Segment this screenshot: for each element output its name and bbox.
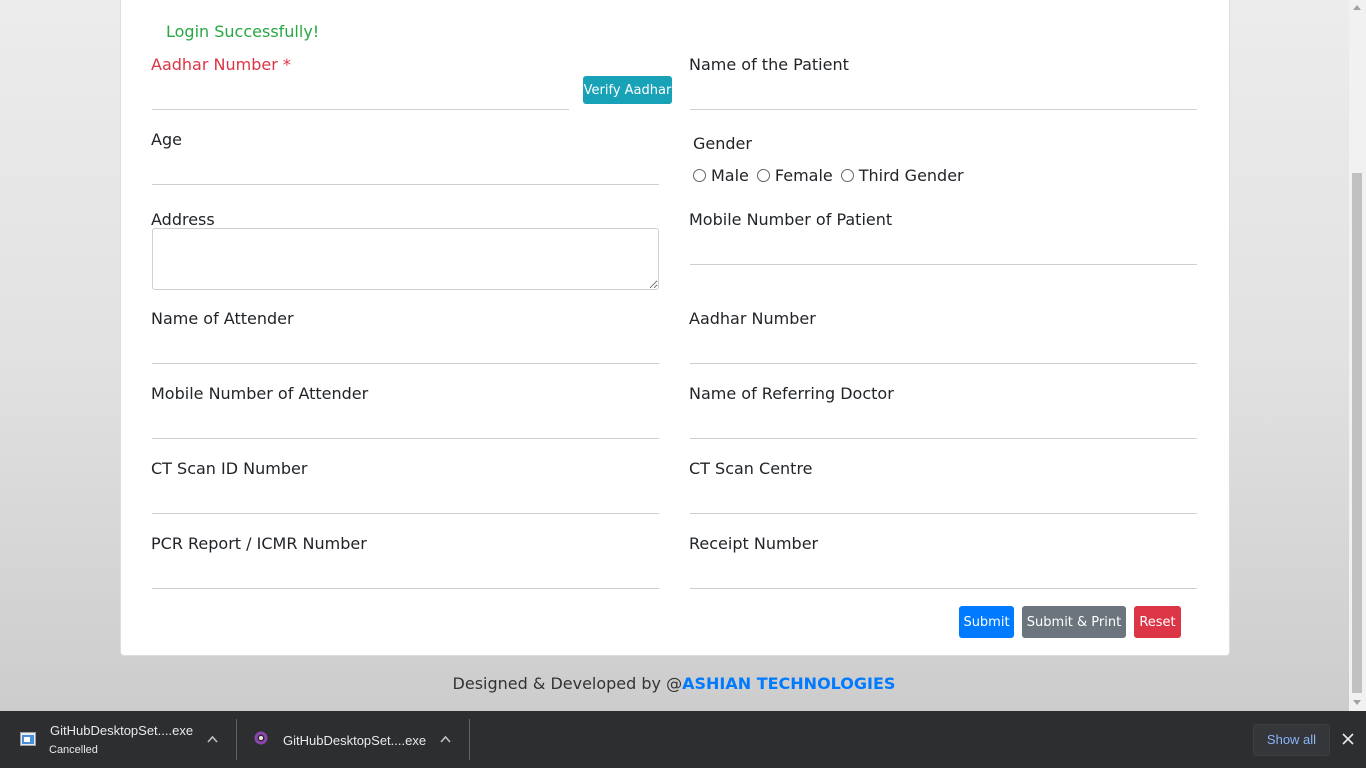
patient-mobile-input[interactable] [690,242,1197,265]
page-scrollbar[interactable] [1349,0,1366,711]
gender-option-male[interactable]: Male [693,166,749,185]
age-label: Age [151,130,182,149]
radio-third-gender[interactable] [840,169,854,182]
chevron-up-icon[interactable] [440,735,451,743]
installer-file-icon [20,732,36,746]
patient-name-label: Name of the Patient [689,55,849,74]
attender-mobile-input[interactable] [152,416,659,439]
address-textarea[interactable] [152,228,659,290]
attender-aadhar-input[interactable] [690,341,1197,364]
gender-third-label: Third Gender [858,166,964,185]
download-separator [469,719,470,760]
github-desktop-icon [254,731,268,745]
attender-name-input[interactable] [152,341,659,364]
page-footer: Designed & Developed by @ASHIAN TECHNOLO… [0,674,1348,693]
ct-scan-centre-input[interactable] [690,491,1197,514]
aadhar-label: Aadhar Number * [151,55,291,74]
show-all-button[interactable]: Show all [1253,724,1330,756]
close-icon[interactable] [1342,733,1354,745]
aadhar-input[interactable] [152,87,569,110]
scroll-up-arrow-icon[interactable] [1353,5,1361,10]
attender-aadhar-label: Aadhar Number [689,309,816,328]
verify-aadhar-button[interactable]: Verify Aadhar [583,76,672,104]
chevron-up-icon[interactable] [207,735,218,743]
gender-male-label: Male [711,166,749,185]
gender-female-label: Female [774,166,833,185]
address-label: Address [151,210,215,229]
footer-brand-link[interactable]: ASHIAN TECHNOLOGIES [682,674,895,693]
success-message: Login Successfully! [166,22,320,41]
patient-name-input[interactable] [690,87,1197,110]
pcr-report-input[interactable] [152,566,659,589]
attender-mobile-label: Mobile Number of Attender [151,384,369,403]
pcr-report-label: PCR Report / ICMR Number [151,534,367,553]
scrollbar-thumb[interactable] [1352,173,1362,693]
age-input[interactable] [152,162,659,185]
referring-doctor-label: Name of Referring Doctor [689,384,894,403]
reset-button[interactable]: Reset [1134,606,1181,638]
download-filename: GitHubDesktopSet....exe [50,723,194,738]
ct-scan-centre-label: CT Scan Centre [689,459,813,478]
gender-radio-group: Male Female Third Gender [693,166,972,185]
ct-scan-id-label: CT Scan ID Number [151,459,308,478]
download-status: Cancelled [49,744,98,756]
patient-mobile-label: Mobile Number of Patient [689,210,893,229]
radio-male[interactable] [693,169,706,182]
download-item[interactable]: GitHubDesktopSet....exe Cancelled [0,711,236,768]
receipt-number-label: Receipt Number [689,534,819,553]
submit-button[interactable]: Submit [959,606,1014,638]
submit-print-button[interactable]: Submit & Print [1022,606,1126,638]
gender-option-female[interactable]: Female [756,166,833,185]
referring-doctor-input[interactable] [690,416,1197,439]
attender-name-label: Name of Attender [151,309,294,328]
receipt-number-input[interactable] [690,566,1197,589]
radio-female[interactable] [756,169,770,182]
downloads-bar: GitHubDesktopSet....exe Cancelled GitHub… [0,711,1366,768]
download-filename: GitHubDesktopSet....exe [283,733,427,748]
download-item[interactable]: GitHubDesktopSet....exe [237,711,469,768]
scroll-down-arrow-icon[interactable] [1353,700,1361,705]
gender-option-third[interactable]: Third Gender [840,166,964,185]
gender-label: Gender [693,134,752,153]
footer-prefix: Designed & Developed by @ [452,674,683,693]
ct-scan-id-input[interactable] [152,491,659,514]
